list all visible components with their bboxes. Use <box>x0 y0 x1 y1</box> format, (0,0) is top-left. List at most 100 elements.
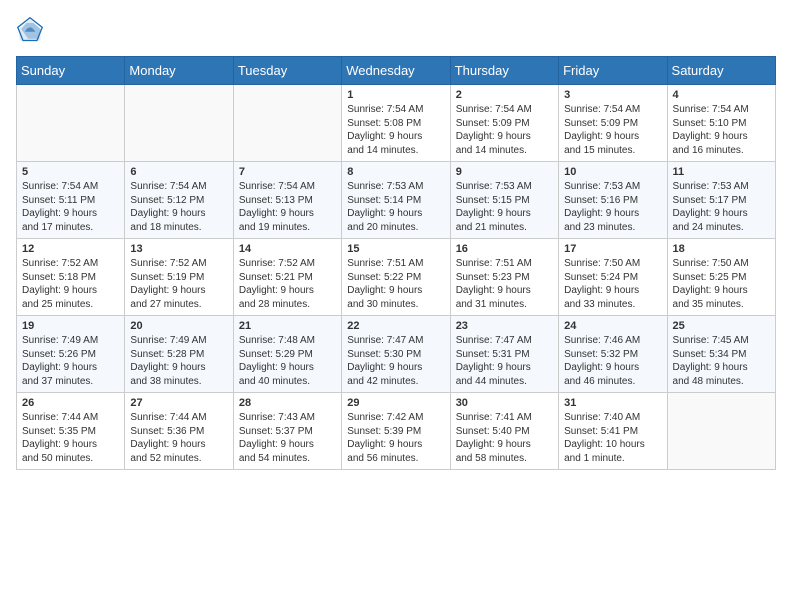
day-info: Sunrise: 7:54 AM Sunset: 5:10 PM Dayligh… <box>673 103 770 157</box>
day-info: Sunrise: 7:40 AM Sunset: 5:41 PM Dayligh… <box>564 411 661 465</box>
day-number: 31 <box>564 397 661 409</box>
calendar-week-row: 26 Sunrise: 7:44 AM Sunset: 5:35 PM Dayli… <box>17 393 776 470</box>
calendar-cell: 12 Sunrise: 7:52 AM Sunset: 5:18 PM Dayli… <box>17 239 125 316</box>
day-info: Sunrise: 7:54 AM Sunset: 5:09 PM Dayligh… <box>564 103 661 157</box>
calendar-cell: 24 Sunrise: 7:46 AM Sunset: 5:32 PM Dayli… <box>559 316 667 393</box>
day-number: 28 <box>239 397 336 409</box>
day-number: 13 <box>130 243 227 255</box>
day-info: Sunrise: 7:52 AM Sunset: 5:21 PM Dayligh… <box>239 257 336 311</box>
calendar-cell: 23 Sunrise: 7:47 AM Sunset: 5:31 PM Dayli… <box>450 316 558 393</box>
day-info: Sunrise: 7:54 AM Sunset: 5:13 PM Dayligh… <box>239 180 336 234</box>
calendar-cell: 15 Sunrise: 7:51 AM Sunset: 5:22 PM Dayli… <box>342 239 450 316</box>
day-info: Sunrise: 7:53 AM Sunset: 5:15 PM Dayligh… <box>456 180 553 234</box>
day-info: Sunrise: 7:48 AM Sunset: 5:29 PM Dayligh… <box>239 334 336 388</box>
calendar-cell: 8 Sunrise: 7:53 AM Sunset: 5:14 PM Daylig… <box>342 162 450 239</box>
day-info: Sunrise: 7:44 AM Sunset: 5:35 PM Dayligh… <box>22 411 119 465</box>
day-info: Sunrise: 7:42 AM Sunset: 5:39 PM Dayligh… <box>347 411 444 465</box>
calendar-cell: 30 Sunrise: 7:41 AM Sunset: 5:40 PM Dayli… <box>450 393 558 470</box>
day-info: Sunrise: 7:54 AM Sunset: 5:11 PM Dayligh… <box>22 180 119 234</box>
weekday-header: Wednesday <box>342 57 450 85</box>
day-info: Sunrise: 7:47 AM Sunset: 5:31 PM Dayligh… <box>456 334 553 388</box>
calendar-cell: 26 Sunrise: 7:44 AM Sunset: 5:35 PM Dayli… <box>17 393 125 470</box>
weekday-header: Tuesday <box>233 57 341 85</box>
calendar-cell <box>233 85 341 162</box>
day-number: 24 <box>564 320 661 332</box>
day-info: Sunrise: 7:53 AM Sunset: 5:17 PM Dayligh… <box>673 180 770 234</box>
day-info: Sunrise: 7:45 AM Sunset: 5:34 PM Dayligh… <box>673 334 770 388</box>
day-number: 19 <box>22 320 119 332</box>
weekday-header: Sunday <box>17 57 125 85</box>
day-info: Sunrise: 7:41 AM Sunset: 5:40 PM Dayligh… <box>456 411 553 465</box>
day-info: Sunrise: 7:46 AM Sunset: 5:32 PM Dayligh… <box>564 334 661 388</box>
calendar-cell: 6Sunrise: 7:54 AM Sunset: 5:12 PM Daylig… <box>125 162 233 239</box>
day-info: Sunrise: 7:52 AM Sunset: 5:19 PM Dayligh… <box>130 257 227 311</box>
calendar-cell: 4 Sunrise: 7:54 AM Sunset: 5:10 PM Daylig… <box>667 85 775 162</box>
day-info: Sunrise: 7:52 AM Sunset: 5:18 PM Dayligh… <box>22 257 119 311</box>
day-number: 25 <box>673 320 770 332</box>
day-number: 2 <box>456 89 553 101</box>
day-info: Sunrise: 7:53 AM Sunset: 5:16 PM Dayligh… <box>564 180 661 234</box>
calendar-cell: 20 Sunrise: 7:49 AM Sunset: 5:28 PM Dayli… <box>125 316 233 393</box>
weekday-header: Saturday <box>667 57 775 85</box>
calendar-header-row: SundayMondayTuesdayWednesdayThursdayFrid… <box>17 57 776 85</box>
day-number: 17 <box>564 243 661 255</box>
day-number: 26 <box>22 397 119 409</box>
day-number: 15 <box>347 243 444 255</box>
calendar-cell: 11 Sunrise: 7:53 AM Sunset: 5:17 PM Dayli… <box>667 162 775 239</box>
day-number: 4 <box>673 89 770 101</box>
day-number: 20 <box>130 320 227 332</box>
day-number: 3 <box>564 89 661 101</box>
day-info: Sunrise: 7:51 AM Sunset: 5:23 PM Dayligh… <box>456 257 553 311</box>
day-number: 7 <box>239 166 336 178</box>
day-number: 18 <box>673 243 770 255</box>
day-number: 16 <box>456 243 553 255</box>
weekday-header: Monday <box>125 57 233 85</box>
calendar-cell: 5 Sunrise: 7:54 AM Sunset: 5:11 PM Daylig… <box>17 162 125 239</box>
weekday-header: Friday <box>559 57 667 85</box>
calendar-cell: 28 Sunrise: 7:43 AM Sunset: 5:37 PM Dayli… <box>233 393 341 470</box>
calendar-week-row: 5 Sunrise: 7:54 AM Sunset: 5:11 PM Daylig… <box>17 162 776 239</box>
day-number: 1 <box>347 89 444 101</box>
day-number: 11 <box>673 166 770 178</box>
day-number: 8 <box>347 166 444 178</box>
day-number: 22 <box>347 320 444 332</box>
day-number: 5 <box>22 166 119 178</box>
day-number: 21 <box>239 320 336 332</box>
day-number: 29 <box>347 397 444 409</box>
day-info: Sunrise: 7:51 AM Sunset: 5:22 PM Dayligh… <box>347 257 444 311</box>
calendar-cell <box>125 85 233 162</box>
day-number: 6 <box>130 166 227 178</box>
calendar-cell <box>667 393 775 470</box>
day-number: 23 <box>456 320 553 332</box>
day-info: Sunrise: 7:49 AM Sunset: 5:28 PM Dayligh… <box>130 334 227 388</box>
calendar-cell: 9 Sunrise: 7:53 AM Sunset: 5:15 PM Daylig… <box>450 162 558 239</box>
calendar-cell: 13 Sunrise: 7:52 AM Sunset: 5:19 PM Dayli… <box>125 239 233 316</box>
calendar-cell: 22Sunrise: 7:47 AM Sunset: 5:30 PM Dayli… <box>342 316 450 393</box>
day-number: 9 <box>456 166 553 178</box>
calendar-week-row: 19Sunrise: 7:49 AM Sunset: 5:26 PM Dayli… <box>17 316 776 393</box>
calendar-week-row: 1 Sunrise: 7:54 AM Sunset: 5:08 PM Daylig… <box>17 85 776 162</box>
day-info: Sunrise: 7:54 AM Sunset: 5:08 PM Dayligh… <box>347 103 444 157</box>
calendar-cell: 19Sunrise: 7:49 AM Sunset: 5:26 PM Dayli… <box>17 316 125 393</box>
calendar-cell: 27 Sunrise: 7:44 AM Sunset: 5:36 PM Dayli… <box>125 393 233 470</box>
calendar-week-row: 12 Sunrise: 7:52 AM Sunset: 5:18 PM Dayli… <box>17 239 776 316</box>
calendar-cell: 10 Sunrise: 7:53 AM Sunset: 5:16 PM Dayli… <box>559 162 667 239</box>
logo-icon <box>16 16 44 44</box>
day-info: Sunrise: 7:50 AM Sunset: 5:25 PM Dayligh… <box>673 257 770 311</box>
weekday-header: Thursday <box>450 57 558 85</box>
day-number: 12 <box>22 243 119 255</box>
day-info: Sunrise: 7:50 AM Sunset: 5:24 PM Dayligh… <box>564 257 661 311</box>
day-info: Sunrise: 7:43 AM Sunset: 5:37 PM Dayligh… <box>239 411 336 465</box>
day-number: 10 <box>564 166 661 178</box>
calendar-cell: 29 Sunrise: 7:42 AM Sunset: 5:39 PM Dayli… <box>342 393 450 470</box>
calendar-cell: 31 Sunrise: 7:40 AM Sunset: 5:41 PM Dayli… <box>559 393 667 470</box>
day-info: Sunrise: 7:44 AM Sunset: 5:36 PM Dayligh… <box>130 411 227 465</box>
calendar-cell: 25 Sunrise: 7:45 AM Sunset: 5:34 PM Dayli… <box>667 316 775 393</box>
day-info: Sunrise: 7:53 AM Sunset: 5:14 PM Dayligh… <box>347 180 444 234</box>
day-info: Sunrise: 7:54 AM Sunset: 5:09 PM Dayligh… <box>456 103 553 157</box>
day-number: 30 <box>456 397 553 409</box>
day-number: 27 <box>130 397 227 409</box>
logo <box>16 16 48 44</box>
calendar-cell: 2 Sunrise: 7:54 AM Sunset: 5:09 PM Daylig… <box>450 85 558 162</box>
calendar-cell: 1 Sunrise: 7:54 AM Sunset: 5:08 PM Daylig… <box>342 85 450 162</box>
